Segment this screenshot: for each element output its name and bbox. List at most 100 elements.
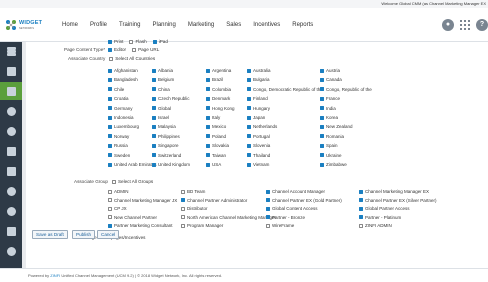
country-checkbox[interactable]: Korea [320, 114, 338, 121]
ipad-option[interactable]: iPad [152, 39, 168, 44]
content-icon[interactable] [0, 82, 22, 100]
group-checkbox[interactable]: WireFrame [266, 222, 294, 229]
group-checkbox[interactable]: Program Manager [181, 222, 223, 229]
country-checkbox[interactable]: Indonesia [108, 114, 134, 121]
country-checkbox[interactable]: Ukraine [320, 152, 342, 159]
nav-incentives[interactable]: Incentives [253, 22, 280, 28]
logo[interactable]: WIDGET NETWORKS [4, 18, 46, 34]
country-checkbox[interactable]: Colombia [206, 86, 231, 93]
help-icon[interactable]: ? [476, 19, 488, 31]
home-icon[interactable] [0, 42, 22, 60]
country-checkbox[interactable]: Slovakia [206, 142, 229, 149]
cancel-button[interactable]: Cancel [97, 230, 120, 239]
group-checkbox[interactable]: Global Content Access [266, 205, 318, 212]
country-checkbox[interactable]: Afghanistan [108, 67, 138, 74]
country-checkbox[interactable]: Italy [206, 114, 220, 121]
settings-icon[interactable] [0, 242, 22, 260]
group-checkbox[interactable]: New Channel Partner [108, 214, 157, 221]
apps-grid-icon[interactable] [460, 20, 470, 30]
country-checkbox[interactable]: Bangladesh [108, 76, 138, 83]
country-checkbox[interactable]: China [152, 86, 170, 93]
group-checkbox[interactable]: Global Partner Access [359, 205, 410, 212]
group-checkbox[interactable]: Partner Marketing Consultant [108, 222, 173, 229]
group-checkbox[interactable]: Channel Partner Administrator [181, 197, 247, 204]
country-checkbox[interactable]: Croatia [108, 95, 129, 102]
select-all-groups-checkbox[interactable]: Select All Groups [111, 179, 153, 184]
save-as-draft-button[interactable]: Save as Draft [32, 230, 68, 239]
country-checkbox[interactable]: Finland [247, 95, 268, 102]
country-checkbox[interactable]: Portugal [247, 133, 270, 140]
country-checkbox[interactable]: United Arab Emirates [108, 161, 157, 168]
country-checkbox[interactable]: France [320, 95, 340, 102]
reports-icon[interactable] [0, 142, 22, 160]
country-checkbox[interactable]: Zimbabwe [320, 161, 347, 168]
group-checkbox[interactable]: ADMIN [108, 188, 129, 195]
country-checkbox[interactable]: Global [152, 105, 171, 112]
group-checkbox[interactable]: Channel Partner EX (Gold Partner) [266, 197, 342, 204]
country-checkbox[interactable]: Sweden [108, 152, 130, 159]
print-option[interactable]: Print [108, 39, 123, 44]
country-checkbox[interactable]: Hong Kong [206, 105, 235, 112]
country-checkbox[interactable]: Philippines [152, 133, 180, 140]
country-checkbox[interactable]: Spain [320, 142, 338, 149]
country-checkbox[interactable]: Brazil [206, 76, 223, 83]
country-checkbox[interactable]: Austria [320, 67, 340, 74]
country-checkbox[interactable]: Netherlands [247, 123, 277, 130]
group-checkbox[interactable]: Partner - Bronze [266, 214, 305, 221]
country-checkbox[interactable]: Slovenia [247, 142, 270, 149]
country-checkbox[interactable]: Belgium [152, 76, 174, 83]
country-checkbox[interactable]: Japan [247, 114, 265, 121]
group-checkbox[interactable]: ZINFI ADMIN [359, 222, 392, 229]
country-checkbox[interactable]: Israel [152, 114, 169, 121]
nav-marketing[interactable]: Marketing [188, 22, 214, 28]
country-checkbox[interactable]: Chile [108, 86, 124, 93]
nav-sales[interactable]: Sales [226, 22, 241, 28]
country-checkbox[interactable]: Bulgaria [247, 76, 270, 83]
user-icon[interactable]: ● [442, 19, 454, 31]
country-checkbox[interactable]: New Zealand [320, 123, 353, 130]
network-icon[interactable] [0, 182, 22, 200]
group-checkbox[interactable]: Partner - Platinum [359, 214, 401, 221]
country-checkbox[interactable]: Congo, Democratic Republic of the [247, 86, 323, 93]
select-all-countries-checkbox[interactable]: Select All Countries [109, 56, 155, 61]
country-checkbox[interactable]: Russia [108, 142, 128, 149]
marketing-icon[interactable] [0, 102, 22, 120]
partners-icon[interactable] [0, 122, 22, 140]
country-checkbox[interactable]: Australia [247, 67, 271, 74]
country-checkbox[interactable]: Mexico [206, 123, 226, 130]
page-url-option[interactable]: Page URL [132, 47, 159, 52]
chart-icon[interactable] [0, 222, 22, 240]
country-checkbox[interactable]: Argentina [206, 67, 231, 74]
group-checkbox[interactable]: BD Team [181, 188, 205, 195]
country-checkbox[interactable]: India [320, 105, 336, 112]
country-checkbox[interactable]: Albania [152, 67, 173, 74]
country-checkbox[interactable]: Canada [320, 76, 342, 83]
nav-training[interactable]: Training [119, 22, 140, 28]
country-checkbox[interactable]: Germany [108, 105, 133, 112]
country-checkbox[interactable]: Denmark [206, 95, 230, 102]
publish-button[interactable]: Publish [72, 230, 96, 239]
nav-profile[interactable]: Profile [90, 22, 107, 28]
group-checkbox[interactable]: CP JX [108, 205, 127, 212]
country-checkbox[interactable]: Thailand [247, 152, 270, 159]
country-checkbox[interactable]: United Kingdom [152, 161, 190, 168]
country-checkbox[interactable]: Singapore [152, 142, 179, 149]
editor-option[interactable]: Editor [108, 47, 126, 52]
nav-home[interactable]: Home [62, 22, 78, 28]
org-icon[interactable] [0, 162, 22, 180]
country-checkbox[interactable]: Vietnam [247, 161, 269, 168]
group-checkbox[interactable]: Channel Account Manager [266, 188, 325, 195]
group-checkbox[interactable]: North American Channel Marketing Manager [181, 214, 276, 221]
country-checkbox[interactable]: Czech Republic [152, 95, 190, 102]
nav-planning[interactable]: Planning [153, 22, 176, 28]
country-checkbox[interactable]: Romania [320, 133, 344, 140]
flash-option[interactable]: Flash [129, 39, 147, 44]
country-checkbox[interactable]: Poland [206, 133, 226, 140]
country-checkbox[interactable]: Malaysia [152, 123, 176, 130]
country-checkbox[interactable]: Switzerland [152, 152, 181, 159]
group-checkbox[interactable]: Channel Partner EX (Silver Partner) [359, 197, 437, 204]
country-checkbox[interactable]: USA [206, 161, 221, 168]
user-icon[interactable] [0, 202, 22, 220]
country-checkbox[interactable]: Congo, Republic of the [320, 86, 372, 93]
group-checkbox[interactable]: Distributor [181, 205, 208, 212]
